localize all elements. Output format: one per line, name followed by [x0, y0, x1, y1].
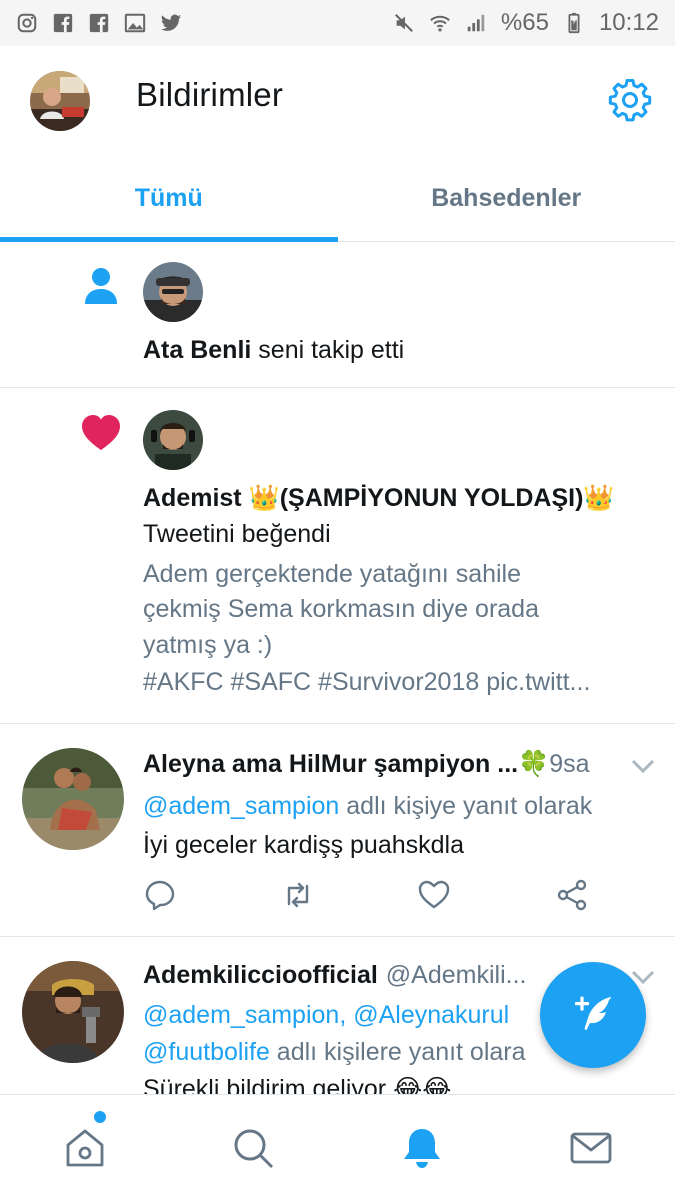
- tweet-actions: [143, 878, 613, 918]
- avatar[interactable]: [143, 410, 203, 470]
- clock: 10:12: [598, 9, 659, 36]
- search-icon[interactable]: [230, 1125, 276, 1171]
- follow-action: seni takip etti: [251, 336, 405, 364]
- signal-icon: [465, 12, 487, 34]
- profile-avatar[interactable]: [30, 71, 90, 131]
- notifications-bell-icon[interactable]: [399, 1125, 445, 1171]
- user-handle: @Ademkili...: [385, 961, 527, 989]
- instagram-icon: [16, 12, 38, 34]
- tweet-line: #AKFC #SAFC #Survivor2018 pic.twitt...: [143, 668, 591, 696]
- mention-links[interactable]: @adem_sampion, @Aleynakurul: [143, 1001, 509, 1030]
- quill-plus-icon: [575, 996, 611, 1031]
- gallery-icon: [124, 12, 146, 34]
- notification-follow[interactable]: Ata Benli seni takip etti: [0, 242, 675, 388]
- reply-to-text: adlı kişilere yanıt olara: [269, 1038, 526, 1066]
- user-name[interactable]: Ata Benli: [143, 336, 251, 364]
- tweet-line: Adem gerçektende yatağını sahile: [143, 560, 522, 588]
- mention-link[interactable]: @adem_sampion: [143, 792, 339, 820]
- reply-context: @adem_sampion adlı kişiye yanıt olarak: [143, 792, 592, 821]
- follow-text: Ata Benli seni takip etti: [143, 336, 404, 365]
- page-title: Bildirimler: [136, 76, 284, 113]
- battery-icon: [563, 12, 585, 34]
- settings-gear-icon[interactable]: [608, 78, 652, 122]
- reply-header: Ademkiliccioofficial @Ademkili...: [143, 961, 526, 990]
- avatar[interactable]: [22, 961, 124, 1063]
- tab-mentions[interactable]: Bahsedenler: [338, 156, 675, 241]
- bottom-nav: [0, 1094, 675, 1200]
- home-unread-dot: [94, 1111, 106, 1123]
- user-name[interactable]: Ademkiliccioofficial: [143, 961, 378, 989]
- messages-mail-icon[interactable]: [568, 1125, 614, 1171]
- status-bar: %65 10:12: [0, 0, 675, 46]
- wifi-icon: [429, 12, 451, 34]
- reply-icon[interactable]: [143, 878, 177, 912]
- reply-header: Aleyna ama HilMur şampiyon ...🍀9sa: [143, 750, 590, 779]
- reply-context: @fuutbolife adlı kişilere yanıt olara: [143, 1038, 526, 1067]
- tweet-line: çekmiş Sema korkmasın diye orada: [143, 595, 539, 623]
- person-icon: [80, 264, 122, 306]
- mute-icon: [393, 12, 415, 34]
- tab-all[interactable]: Tümü: [0, 156, 338, 242]
- facebook-icon: [52, 12, 74, 34]
- retweet-icon[interactable]: [281, 878, 315, 912]
- tweet-line: yatmış ya :): [143, 631, 273, 659]
- battery-percent: %65: [500, 9, 549, 36]
- notification-tabs: Tümü Bahsedenler: [0, 156, 675, 242]
- facebook-icon: [88, 12, 110, 34]
- avatar[interactable]: [143, 262, 203, 322]
- reply-to-text: adlı kişiye yanıt olarak: [339, 792, 593, 820]
- like-icon[interactable]: [417, 878, 451, 912]
- notification-like[interactable]: Ademist 👑(ŞAMPİYONUN YOLDAŞI)👑 Tweetini …: [0, 388, 675, 724]
- chevron-down-icon[interactable]: [630, 756, 656, 776]
- share-icon[interactable]: [555, 878, 589, 912]
- app-header: Bildirimler: [0, 46, 675, 156]
- mention-link[interactable]: @fuutbolife: [143, 1038, 270, 1066]
- user-name[interactable]: Aleyna ama HilMur şampiyon ...🍀: [143, 750, 549, 778]
- reply-body: Sürekli bildirim geliyor 😂😂: [143, 1075, 452, 1094]
- home-icon[interactable]: [62, 1125, 108, 1171]
- compose-tweet-button[interactable]: [540, 962, 646, 1068]
- avatar[interactable]: [22, 748, 124, 850]
- reply-body: İyi geceler kardişş puahskdla: [143, 831, 464, 859]
- timestamp: 9sa: [549, 750, 590, 778]
- heart-icon: [80, 412, 122, 454]
- like-action: Tweetini beğendi: [143, 520, 331, 548]
- liker-name[interactable]: Ademist 👑(ŞAMPİYONUN YOLDAŞI)👑: [143, 484, 615, 513]
- twitter-icon: [160, 12, 182, 34]
